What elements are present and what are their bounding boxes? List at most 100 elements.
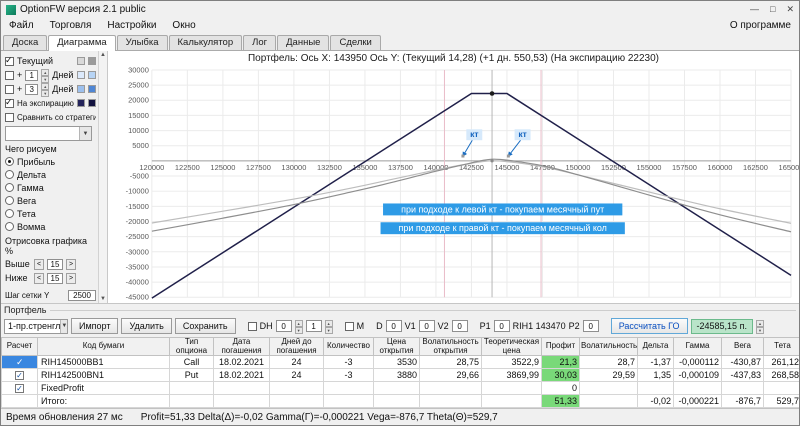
radio-gamma[interactable] — [5, 183, 14, 192]
current-checkbox[interactable] — [5, 57, 14, 66]
above-value-input[interactable]: 15 — [47, 259, 63, 270]
above-decrease-button[interactable]: < — [34, 259, 44, 270]
tab-smile[interactable]: Улыбка — [117, 35, 168, 50]
plus3-color-swatch-1[interactable] — [77, 85, 85, 93]
table-row: ✓FixedProfit0 — [2, 382, 800, 395]
row-select-cell[interactable]: ✓ — [2, 382, 38, 395]
menu-item-trading[interactable]: Торговля — [42, 20, 100, 31]
tab-board[interactable]: Доска — [3, 35, 47, 50]
row-calc-checkbox[interactable]: ✓ — [15, 384, 24, 393]
radio-delta[interactable] — [5, 170, 14, 179]
scroll-up-icon[interactable]: ▲ — [100, 52, 106, 58]
row-calc-checkbox[interactable]: ✓ — [15, 371, 24, 380]
above-increase-button[interactable]: > — [66, 259, 76, 270]
row-select-cell[interactable]: ✓ — [2, 356, 38, 369]
plus1-days-spinner[interactable]: ▴▾ — [41, 69, 49, 81]
col-header-theo-price[interactable]: Теоретическая цена — [482, 338, 542, 356]
col-header-expiry-date[interactable]: Дата погашения — [214, 338, 270, 356]
plus3-days-input[interactable]: 3 — [25, 84, 38, 95]
radio-profit[interactable] — [5, 157, 14, 166]
radio-vega-label: Вега — [17, 196, 36, 206]
maximize-button[interactable]: □ — [770, 4, 775, 15]
p2-input[interactable]: 0 — [583, 320, 599, 332]
tab-calculator[interactable]: Калькулятор — [169, 35, 243, 50]
delete-button[interactable]: Удалить — [121, 318, 171, 334]
v2-input[interactable]: 0 — [452, 320, 468, 332]
m-checkbox[interactable] — [345, 322, 354, 331]
cell-profit: 0 — [542, 382, 580, 395]
plus1-color-swatch-2[interactable] — [88, 71, 96, 79]
radio-profit-label: Прибыль — [17, 157, 55, 167]
expiration-checkbox[interactable] — [5, 99, 14, 108]
minimize-button[interactable]: — — [750, 4, 759, 15]
save-button[interactable]: Сохранить — [175, 318, 236, 334]
calc-go-button[interactable]: Рассчитать ГО — [611, 318, 688, 334]
menu-item-settings[interactable]: Настройки — [99, 20, 164, 31]
plus3-color-swatch-2[interactable] — [88, 85, 96, 93]
col-header-profit[interactable]: Профит — [542, 338, 580, 356]
svg-text:150000: 150000 — [566, 163, 591, 172]
expiration-color-swatch-2[interactable] — [88, 99, 96, 107]
menu-item-about[interactable]: О программе — [722, 20, 799, 31]
grid-step-input[interactable]: 2500 — [68, 290, 96, 301]
current-color-swatch-1[interactable] — [77, 57, 85, 65]
table-row: ✓RIH142500BN1Put18.02.202124-3388029,663… — [2, 369, 800, 382]
row-select-cell[interactable]: ✓ — [2, 369, 38, 382]
col-header-type[interactable]: Тип опциона — [170, 338, 214, 356]
import-button[interactable]: Импорт — [71, 318, 118, 334]
col-header-days-to-expiry[interactable]: Дней до погашения — [270, 338, 324, 356]
svg-text:122500: 122500 — [175, 163, 200, 172]
cell-type — [170, 382, 214, 395]
current-color-swatch-2[interactable] — [88, 57, 96, 65]
plus1-checkbox[interactable] — [5, 71, 14, 80]
tab-trades[interactable]: Сделки — [330, 35, 380, 50]
p1-input[interactable]: 0 — [494, 320, 510, 332]
col-header-calc[interactable]: Расчет — [2, 338, 38, 356]
radio-vega[interactable] — [5, 196, 14, 205]
compare-strategy-select[interactable]: ▼ — [5, 126, 92, 141]
expiration-color-swatch-1[interactable] — [77, 99, 85, 107]
radio-theta[interactable] — [5, 209, 14, 218]
compare-strategy-checkbox[interactable] — [5, 113, 14, 122]
dh-value2-input[interactable]: 1 — [306, 320, 322, 332]
below-decrease-button[interactable]: < — [34, 273, 44, 284]
col-header-open-price[interactable]: Цена открытия — [374, 338, 420, 356]
col-header-delta[interactable]: Дельта — [638, 338, 674, 356]
menu-item-window[interactable]: Окно — [164, 20, 203, 31]
radio-vomma[interactable] — [5, 222, 14, 231]
payoff-chart[interactable]: -45000-40000-35000-30000-25000-20000-150… — [108, 65, 799, 303]
col-header-open-volatility[interactable]: Волатильность открытия — [420, 338, 482, 356]
col-header-theta[interactable]: Тета — [764, 338, 800, 356]
close-button[interactable]: ✕ — [786, 4, 794, 15]
row-calc-checkbox[interactable]: ✓ — [15, 357, 24, 366]
tab-data[interactable]: Данные — [277, 35, 329, 50]
dh-value1-spinner[interactable]: ▴▾ — [295, 320, 303, 332]
svg-text:-15000: -15000 — [126, 202, 149, 211]
tab-log[interactable]: Лог — [243, 35, 276, 50]
below-increase-button[interactable]: > — [66, 273, 76, 284]
col-header-volatility[interactable]: Волатильность — [580, 338, 638, 356]
plus3-days-spinner[interactable]: ▴▾ — [41, 83, 49, 95]
portfolio-end-spinner[interactable]: ▴▾ — [756, 320, 764, 332]
tab-diagram[interactable]: Диаграмма — [48, 35, 115, 51]
col-header-quantity[interactable]: Количество — [324, 338, 374, 356]
plus3-days-label: Дней — [52, 84, 73, 94]
d-input[interactable]: 0 — [386, 320, 402, 332]
plus1-days-input[interactable]: 1 — [25, 70, 38, 81]
strategy-select[interactable]: 1-пр.стренгл ▼ — [4, 319, 68, 334]
v1-input[interactable]: 0 — [419, 320, 435, 332]
plus3-checkbox[interactable] — [5, 85, 14, 94]
row-select-cell[interactable] — [2, 395, 38, 408]
scroll-down-icon[interactable]: ▼ — [100, 296, 106, 302]
col-header-code[interactable]: Код бумаги — [38, 338, 170, 356]
svg-text:162500: 162500 — [743, 163, 768, 172]
plus1-color-swatch-1[interactable] — [77, 71, 85, 79]
below-value-input[interactable]: 15 — [47, 273, 63, 284]
dh-checkbox[interactable] — [248, 322, 257, 331]
col-header-gamma[interactable]: Гамма — [674, 338, 722, 356]
dh-value2-spinner[interactable]: ▴▾ — [325, 320, 333, 332]
col-header-vega[interactable]: Вега — [722, 338, 764, 356]
menu-item-file[interactable]: Файл — [1, 20, 42, 31]
dh-value1-input[interactable]: 0 — [276, 320, 292, 332]
sidebar-scrollbar[interactable]: ▲ ▼ — [98, 51, 107, 303]
